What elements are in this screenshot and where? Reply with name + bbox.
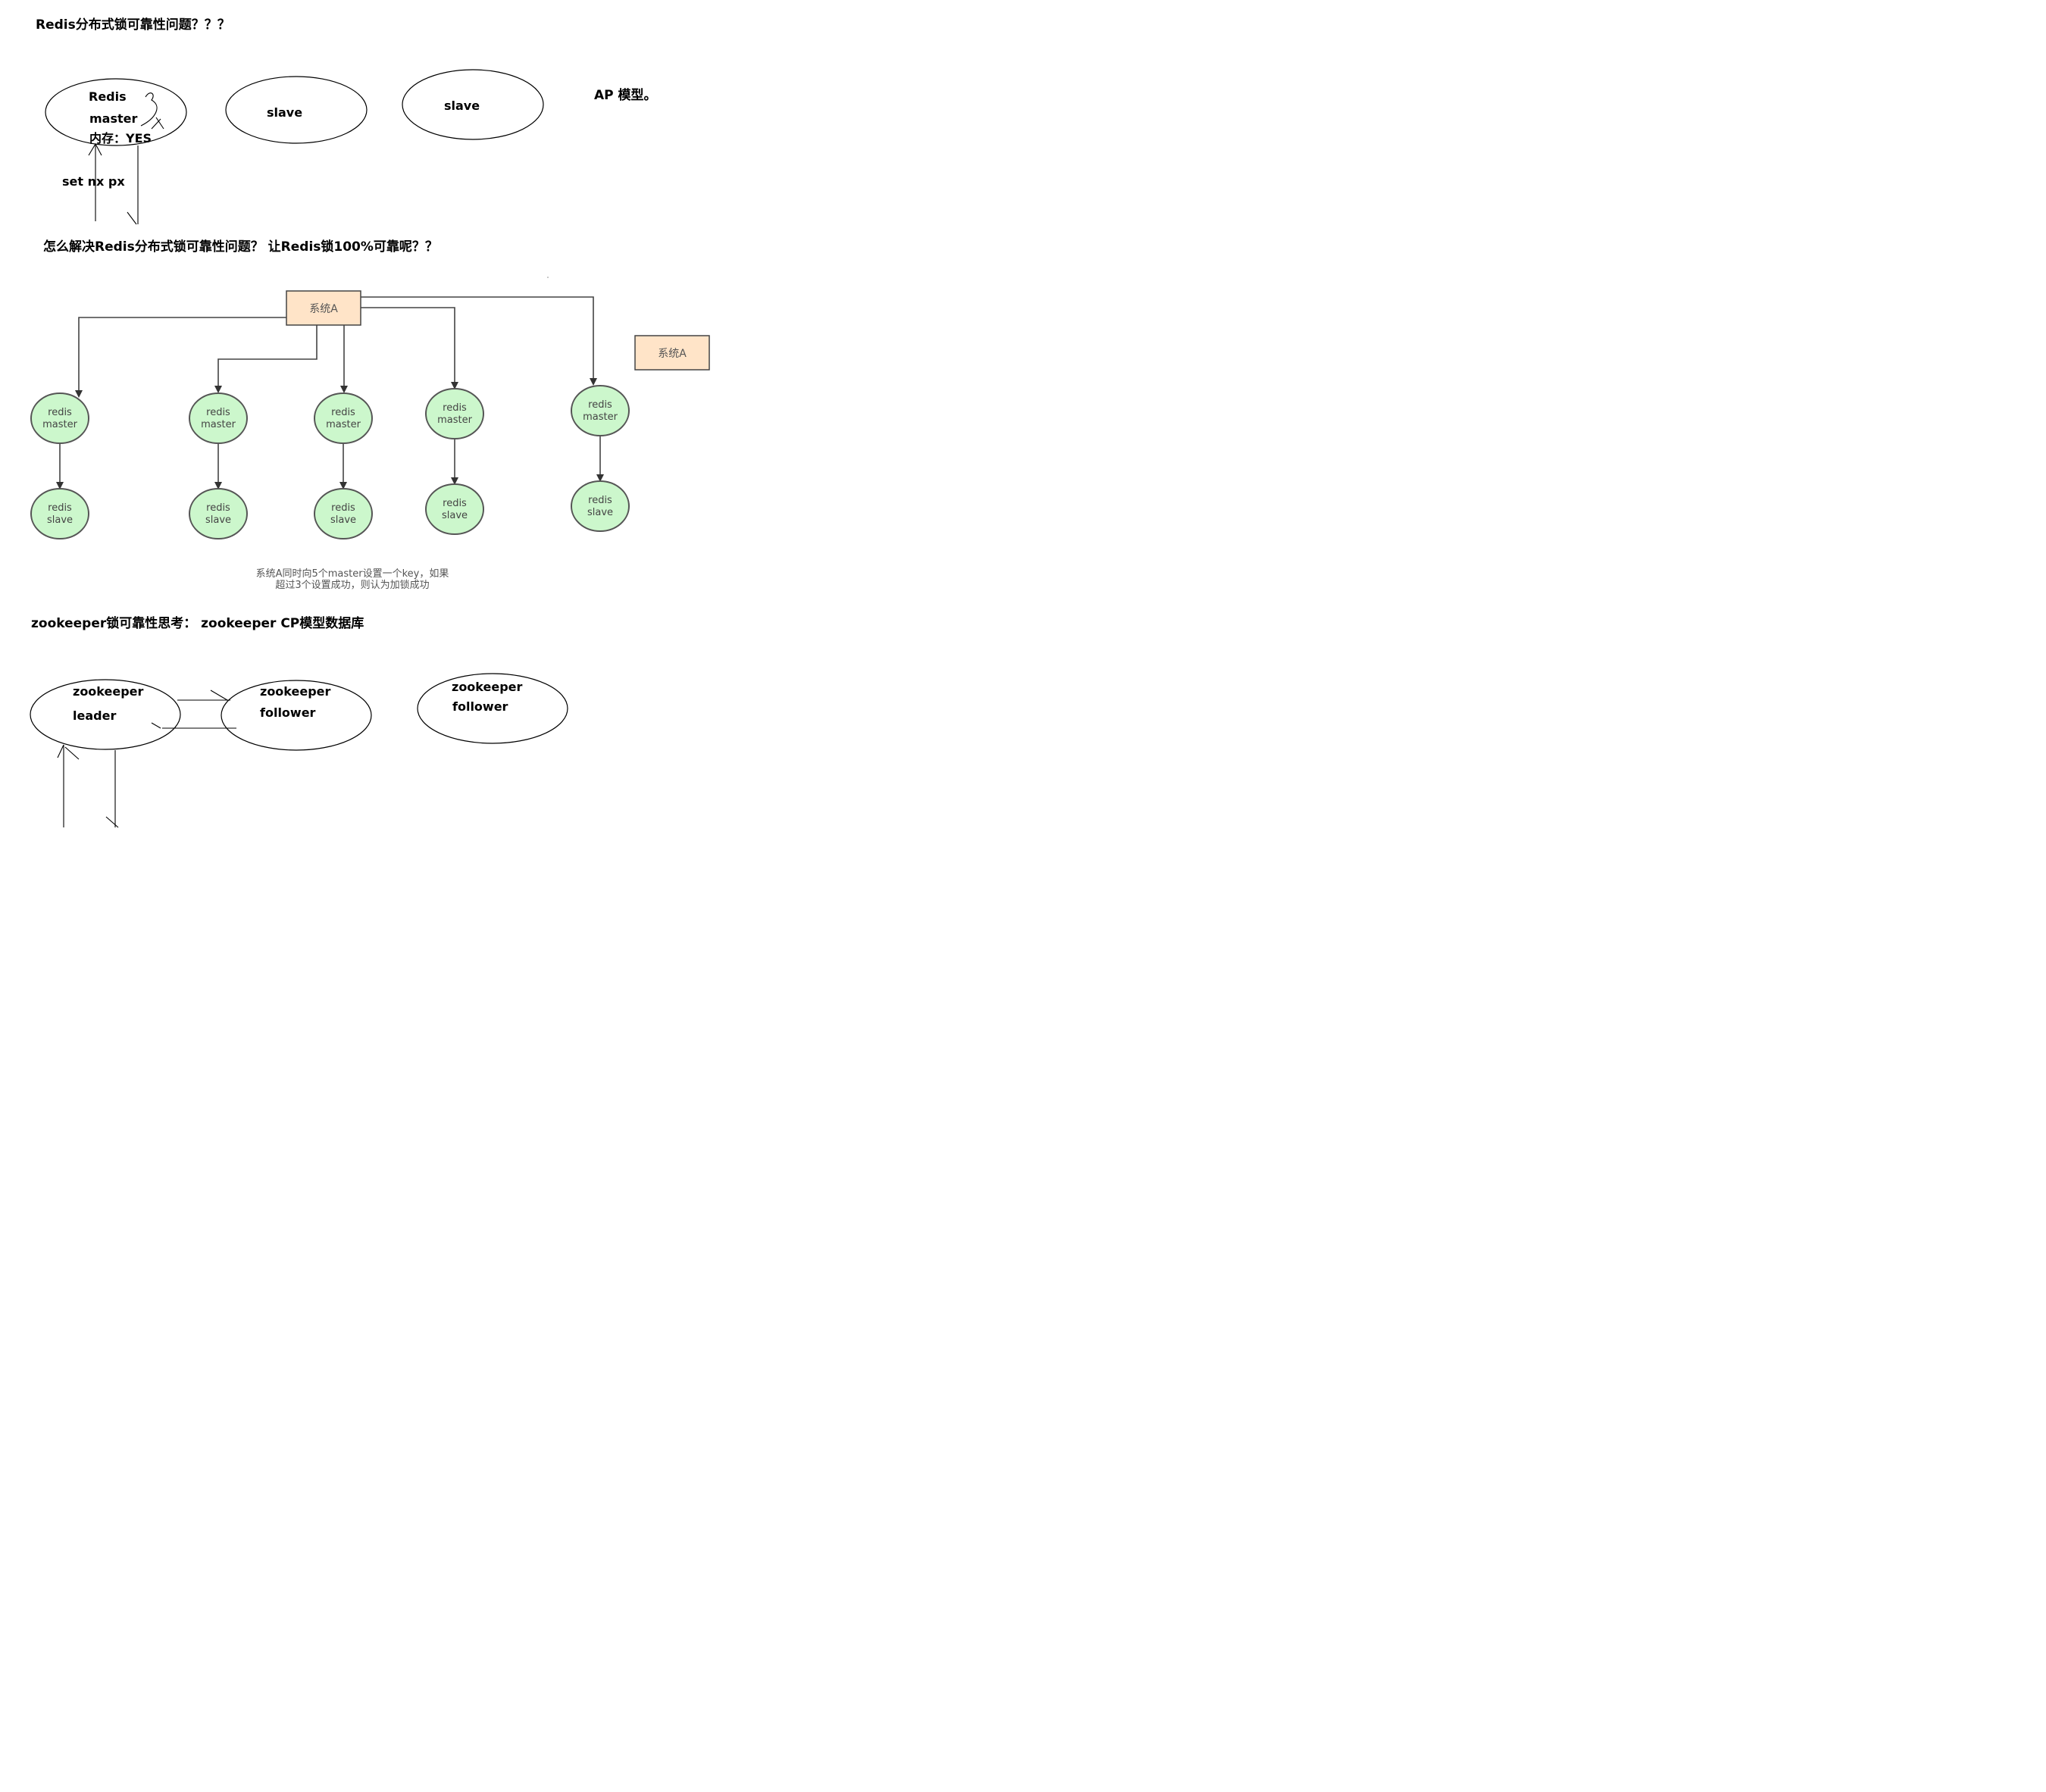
zookeeper-leader-node: zookeeper leader [30, 679, 181, 750]
redis-slave-node-2: redis slave [189, 488, 248, 539]
master-5-l2: master [583, 411, 618, 423]
leader-label-2: leader [73, 708, 116, 723]
set-nx-px-command: set nx px [62, 174, 125, 189]
follower1-label-2: follower [260, 705, 316, 720]
slave-3-l1: redis [331, 502, 355, 514]
redis-slave-node-5: redis slave [571, 480, 630, 532]
system-a-label: 系统A [309, 303, 338, 315]
master-1-l1: redis [48, 407, 72, 418]
master-1-l2: master [42, 419, 77, 430]
slave-label-1: slave [267, 105, 302, 120]
slave-4-l2: slave [442, 510, 468, 521]
redis-master-label-1: Redis [89, 89, 127, 104]
master-2-l2: master [201, 419, 236, 430]
stray-dot [547, 277, 549, 278]
system-a-alt-label: 系统A [658, 348, 687, 360]
slave-2-l1: redis [206, 502, 230, 514]
redis-slave-node-4: redis slave [425, 483, 484, 535]
redis-master-node-4: redis master [425, 388, 484, 439]
slave-5-l1: redis [588, 495, 612, 506]
redis-slave-node-3: redis slave [314, 488, 373, 539]
section1-title: Redis分布式锁可靠性问题？？？ [36, 17, 230, 33]
master-2-l1: redis [206, 407, 230, 418]
zookeeper-follower-node-2: zookeeper follower [417, 673, 568, 744]
slave-node-1: slave [225, 76, 368, 144]
slave-1-l1: redis [48, 502, 72, 514]
scribble-mark [140, 92, 164, 130]
master-5-l1: redis [588, 399, 612, 411]
follower1-label-1: zookeeper [260, 684, 331, 699]
whiteboard-canvas: Redis分布式锁可靠性问题？？？ Redis master 内存：YES sl… [30, 17, 710, 828]
slave-node-2: slave [402, 69, 544, 140]
redis-master-label-3: 内存：YES [89, 131, 152, 145]
ap-model-note: AP 模型。 [594, 87, 657, 103]
master-4-l2: master [437, 414, 472, 426]
redlock-caption-line-2: 超过3个设置成功，则认为加锁成功 [275, 579, 429, 591]
redis-master-node-2: redis master [189, 392, 248, 444]
leader-label-1: zookeeper [73, 684, 144, 699]
system-a-box-alt: 系统A [634, 335, 710, 371]
redis-master-node-1: redis master [30, 392, 89, 444]
system-a-box: 系统A [286, 290, 361, 326]
redis-master-node-5: redis master [571, 385, 630, 436]
slave-2-l2: slave [205, 514, 231, 526]
slave-5-l2: slave [587, 507, 613, 518]
section3-title: zookeeper锁可靠性思考： zookeeper CP模型数据库 [31, 615, 364, 631]
redis-slave-node-1: redis slave [30, 488, 89, 539]
section2-title: 怎么解决Redis分布式锁可靠性问题？ 让Redis锁100%可靠呢？？ [43, 239, 438, 255]
redis-master-node-3: redis master [314, 392, 373, 444]
sync-arrows [151, 690, 236, 729]
master-4-l1: redis [443, 402, 467, 414]
connectors [56, 296, 604, 489]
follower2-label-2: follower [452, 699, 508, 714]
slave-1-l2: slave [47, 514, 73, 526]
zookeeper-follower-node-1: zookeeper follower [221, 680, 372, 751]
slave-4-l1: redis [443, 498, 467, 509]
leader-client-arrows [57, 744, 119, 828]
master-3-l2: master [326, 419, 361, 430]
redis-master-label-2: master [89, 111, 137, 126]
follower2-label-1: zookeeper [452, 680, 523, 694]
redlock-caption-line-1: 系统A同时向5个master设置一个key，如果 [256, 568, 449, 580]
redis-master-node: Redis master 内存：YES [45, 78, 187, 146]
master-3-l1: redis [331, 407, 355, 418]
slave-3-l2: slave [330, 514, 356, 526]
slave-label-2: slave [444, 99, 480, 113]
